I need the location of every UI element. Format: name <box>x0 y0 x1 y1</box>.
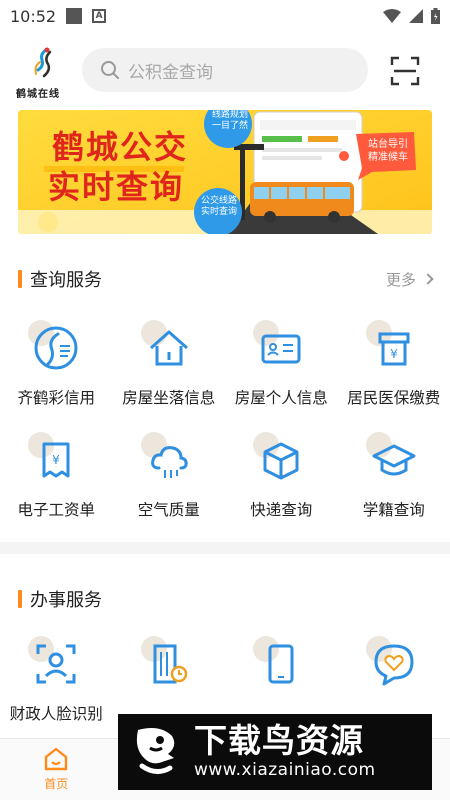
cloud-icon <box>150 446 188 478</box>
service-house-personal[interactable]: 房屋个人信息 <box>225 310 338 422</box>
banner-bubble-top: 线路规划一目了然 <box>211 110 248 131</box>
heart-chat-icon <box>374 644 414 686</box>
service-label: 空气质量 <box>137 501 200 519</box>
service-express[interactable]: 快递查询 <box>225 422 338 534</box>
query-services-header: 查询服务 更多 <box>18 264 434 294</box>
search-input[interactable]: 公积金查询 <box>82 48 368 92</box>
logo-text: 鹤城在线 <box>16 89 60 100</box>
app-logo: 鹤城在线 <box>12 46 72 102</box>
svg-text:¥: ¥ <box>390 347 398 361</box>
more-label: 更多 <box>385 270 416 289</box>
watermark-url: www.xiazainiao.com <box>194 760 376 780</box>
notification-a-icon: A <box>92 9 107 23</box>
banner-bubble-left: 公交线路实时查询 <box>200 196 237 217</box>
service-label: 财政人脸识别 <box>9 705 103 723</box>
service-label: 房屋坐落信息 <box>122 389 216 407</box>
status-time: 10:52 <box>10 6 57 26</box>
status-bar: 10:52 A <box>0 0 450 32</box>
service-e-payslip[interactable]: ¥ 电子工资单 <box>0 422 113 534</box>
wifi-icon <box>383 9 401 23</box>
service-label: 齐鹤彩信用 <box>17 389 95 407</box>
service-school-record[interactable]: 学籍查询 <box>338 422 450 534</box>
crane-logo-icon <box>34 326 78 370</box>
house-icon <box>149 330 188 366</box>
service-house-location[interactable]: 房屋坐落信息 <box>113 310 226 422</box>
package-icon <box>263 442 299 480</box>
phone-icon <box>268 644 294 684</box>
service-label: 快递查询 <box>250 501 313 519</box>
section-divider <box>0 542 450 554</box>
home-icon <box>45 747 68 771</box>
face-scan-icon <box>36 644 76 684</box>
building-clock-icon <box>153 644 187 684</box>
bird-logo-icon <box>136 728 175 774</box>
search-icon <box>101 61 119 79</box>
affairs-services-header: 办事服务 <box>18 584 432 614</box>
section-accent-bar <box>18 270 22 288</box>
scan-icon[interactable] <box>390 56 420 86</box>
crane-logo-icon <box>34 47 52 78</box>
chevron-right-icon <box>422 273 434 285</box>
query-services-title: 查询服务 <box>30 270 102 291</box>
service-air-quality[interactable]: 空气质量 <box>113 422 226 534</box>
banner-title-2: 实时查询 <box>48 168 185 206</box>
payslip-icon: ¥ <box>42 442 70 478</box>
id-card-icon <box>261 334 301 364</box>
service-finance-face-id[interactable]: 财政人脸识别 <box>0 626 113 738</box>
nav-home-label: 首页 <box>44 777 69 791</box>
watermark-overlay: 下载鸟资源 www.xiazainiao.com <box>118 714 432 790</box>
banner-bubble-right: 站台导引精准候车 <box>368 139 408 163</box>
yuan-receipt-icon: ¥ <box>378 332 410 366</box>
more-link[interactable]: 更多 <box>385 269 434 290</box>
app-header: 鹤城在线 公积金查询 <box>0 42 450 102</box>
service-label: 房屋个人信息 <box>234 389 328 407</box>
service-label: 居民医保缴费 <box>347 389 441 407</box>
section-accent-bar <box>18 590 22 608</box>
service-qihecai-credit[interactable]: 齐鹤彩信用 <box>0 310 113 422</box>
affairs-services-title: 办事服务 <box>30 590 102 611</box>
service-label: 学籍查询 <box>362 501 425 519</box>
service-medical-insurance[interactable]: ¥ 居民医保缴费 <box>338 310 450 422</box>
watermark-title: 下载鸟资源 <box>194 721 364 760</box>
cellular-signal-icon <box>409 9 423 23</box>
notification-square-icon <box>66 8 83 24</box>
svg-text:¥: ¥ <box>52 453 60 467</box>
nav-home[interactable]: 首页 <box>0 739 113 800</box>
search-placeholder: 公积金查询 <box>128 62 213 83</box>
graduation-cap-icon <box>372 444 416 476</box>
promo-banner[interactable]: 鹤城公交 实时查询 线路规划一目了然 公交线路实时查询 站台导引精准候车 <box>18 110 432 234</box>
battery-icon <box>431 8 440 24</box>
service-label: 电子工资单 <box>17 501 95 519</box>
query-services-grid: 齐鹤彩信用 房屋坐落信息 房屋个人信息 ¥ 居民医保缴费 ¥ 电子工资单 空气质… <box>0 310 450 534</box>
